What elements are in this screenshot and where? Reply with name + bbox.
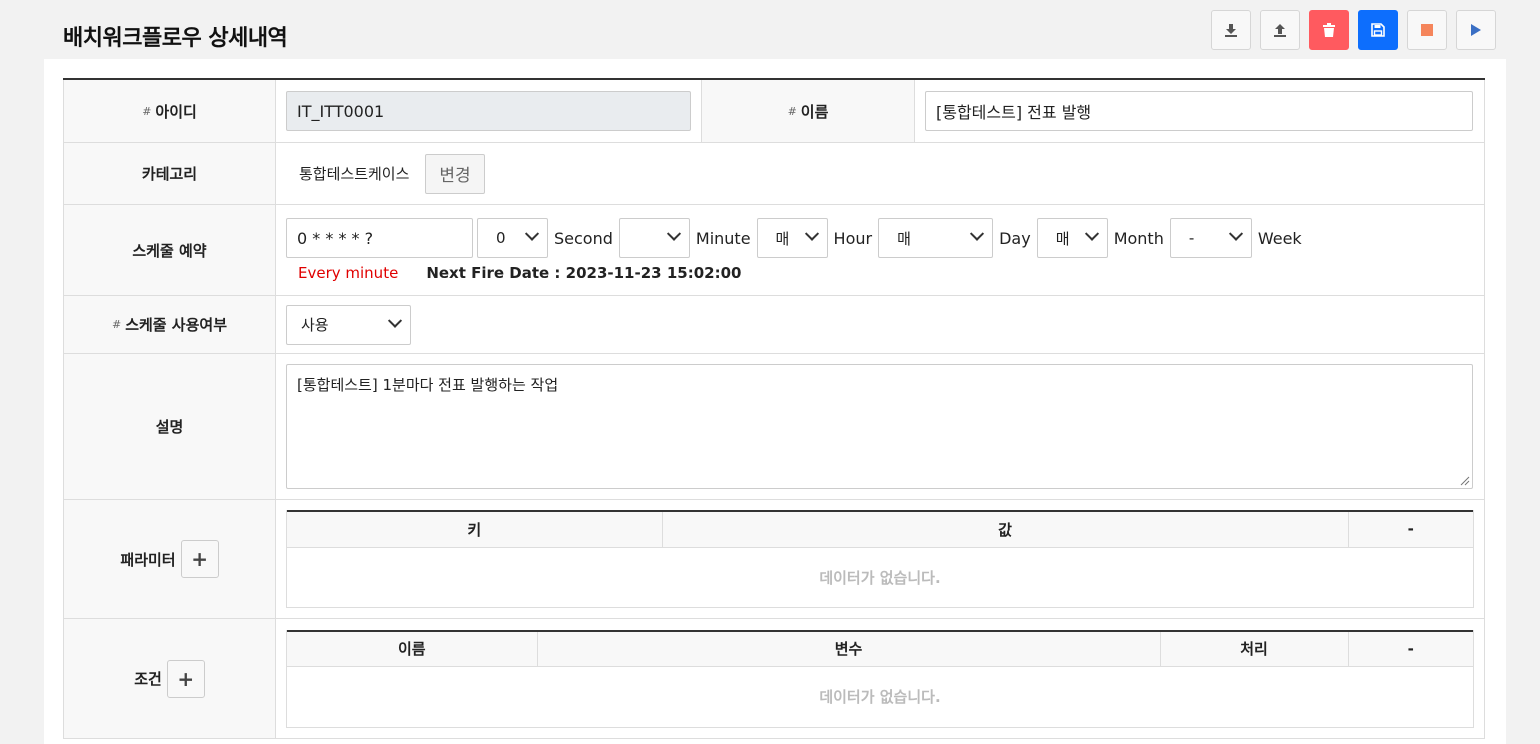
- empty-message: 데이터가 없습니다.: [819, 688, 941, 707]
- change-category-button[interactable]: 변경: [425, 153, 485, 194]
- trash-icon: [1323, 23, 1335, 37]
- row-schedule-use: # 스케줄 사용여부 사용: [63, 296, 1485, 354]
- row-id-name: # 아이디 IT_ITT0001 # 이름 [통합테스트] 전표 발행: [63, 80, 1485, 143]
- id-label: # 아이디: [63, 80, 276, 142]
- schedule-use-label: # 스케줄 사용여부: [63, 296, 276, 353]
- detail-form: # 아이디 IT_ITT0001 # 이름 [통합테스트] 전표 발행 카테고리 통…: [63, 78, 1485, 739]
- empty-message: 데이터가 없습니다.: [819, 568, 941, 587]
- download-button[interactable]: [1211, 10, 1251, 50]
- chevron-down-icon: [387, 313, 403, 328]
- category-value: 통합테스트케이스: [299, 165, 410, 183]
- description-textarea[interactable]: [통합테스트] 1분마다 전표 발행하는 작업: [286, 364, 1473, 489]
- id-field[interactable]: IT_ITT0001: [286, 91, 691, 131]
- month-unit-label: Month: [1113, 228, 1164, 248]
- row-schedule: 스케줄 예약 0 * * * * ? 0 Second Minute 매 Hou…: [63, 205, 1485, 296]
- week-unit-label: Week: [1257, 228, 1302, 248]
- chevron-down-icon: [666, 226, 681, 241]
- week-select[interactable]: -: [1169, 218, 1252, 258]
- column-header-variable: 변수: [537, 630, 1161, 667]
- next-fire-date: Next Fire Date : 2023-11-23 15:02:00: [426, 264, 742, 282]
- schedule-description: Every minute: [298, 264, 399, 282]
- parameters-table: 키 값 - 데이터가 없습니다.: [286, 510, 1474, 608]
- name-label: # 이름: [702, 80, 915, 142]
- play-icon: [1471, 24, 1481, 36]
- column-header-process: 처리: [1160, 630, 1349, 667]
- hour-unit-label: Hour: [833, 228, 873, 248]
- chevron-down-icon: [1228, 226, 1243, 241]
- resize-handle-icon[interactable]: [1460, 476, 1470, 486]
- plus-icon: +: [191, 547, 208, 571]
- row-category: 카테고리 통합테스트케이스 변경: [63, 143, 1485, 205]
- column-header-action: -: [1348, 511, 1473, 548]
- toolbar: [1211, 10, 1496, 50]
- add-condition-button[interactable]: +: [166, 659, 205, 698]
- save-button[interactable]: [1358, 10, 1398, 50]
- hour-select[interactable]: 매: [756, 218, 828, 258]
- row-parameters: 패라미터 + 키 값 - 데이터가 없습니다.: [63, 500, 1485, 619]
- upload-icon: [1274, 24, 1286, 37]
- row-conditions: 조건 + 이름 변수 처리 - 데이터가 없습니다.: [63, 619, 1485, 739]
- chevron-down-icon: [1084, 226, 1099, 241]
- chevron-down-icon: [804, 226, 819, 241]
- column-header-value: 값: [662, 511, 1349, 548]
- plus-icon: +: [177, 666, 195, 691]
- schedule-use-select[interactable]: 사용: [286, 304, 411, 345]
- download-icon: [1225, 24, 1237, 37]
- schedule-label: 스케줄 예약: [63, 205, 276, 295]
- minute-select[interactable]: [618, 218, 690, 258]
- chevron-down-icon: [524, 226, 540, 241]
- run-button[interactable]: [1456, 10, 1496, 50]
- column-header-name: 이름: [287, 630, 538, 667]
- chevron-down-icon: [970, 226, 985, 241]
- delete-button[interactable]: [1309, 10, 1349, 50]
- parameters-label: 패라미터: [120, 550, 176, 569]
- description-label: 설명: [63, 354, 276, 499]
- stop-icon: [1421, 24, 1433, 36]
- detail-card: # 아이디 IT_ITT0001 # 이름 [통합테스트] 전표 발행 카테고리 통…: [44, 59, 1506, 744]
- column-header-key: 키: [287, 511, 663, 548]
- minute-unit-label: Minute: [695, 228, 751, 248]
- month-select[interactable]: 매: [1036, 218, 1108, 258]
- second-unit-label: Second: [554, 228, 613, 248]
- column-header-action: -: [1348, 630, 1473, 667]
- stop-button[interactable]: [1407, 10, 1447, 50]
- conditions-label: 조건: [134, 670, 162, 688]
- page-title: 배치워크플로우 상세내역: [63, 26, 288, 51]
- day-unit-label: Day: [999, 228, 1031, 248]
- second-select[interactable]: 0: [477, 218, 548, 258]
- parameters-header: 패라미터 +: [63, 500, 276, 618]
- cron-expression-input[interactable]: 0 * * * * ?: [286, 218, 473, 258]
- conditions-header: 조건 +: [63, 619, 276, 738]
- upload-button[interactable]: [1260, 10, 1300, 50]
- save-icon: [1371, 23, 1385, 37]
- conditions-table: 이름 변수 처리 - 데이터가 없습니다.: [286, 629, 1474, 728]
- day-select[interactable]: 매: [878, 218, 994, 258]
- category-label: 카테고리: [63, 143, 276, 204]
- row-description: 설명 [통합테스트] 1분마다 전표 발행하는 작업: [63, 354, 1485, 500]
- add-parameter-button[interactable]: +: [180, 540, 219, 578]
- name-field[interactable]: [통합테스트] 전표 발행: [925, 91, 1473, 131]
